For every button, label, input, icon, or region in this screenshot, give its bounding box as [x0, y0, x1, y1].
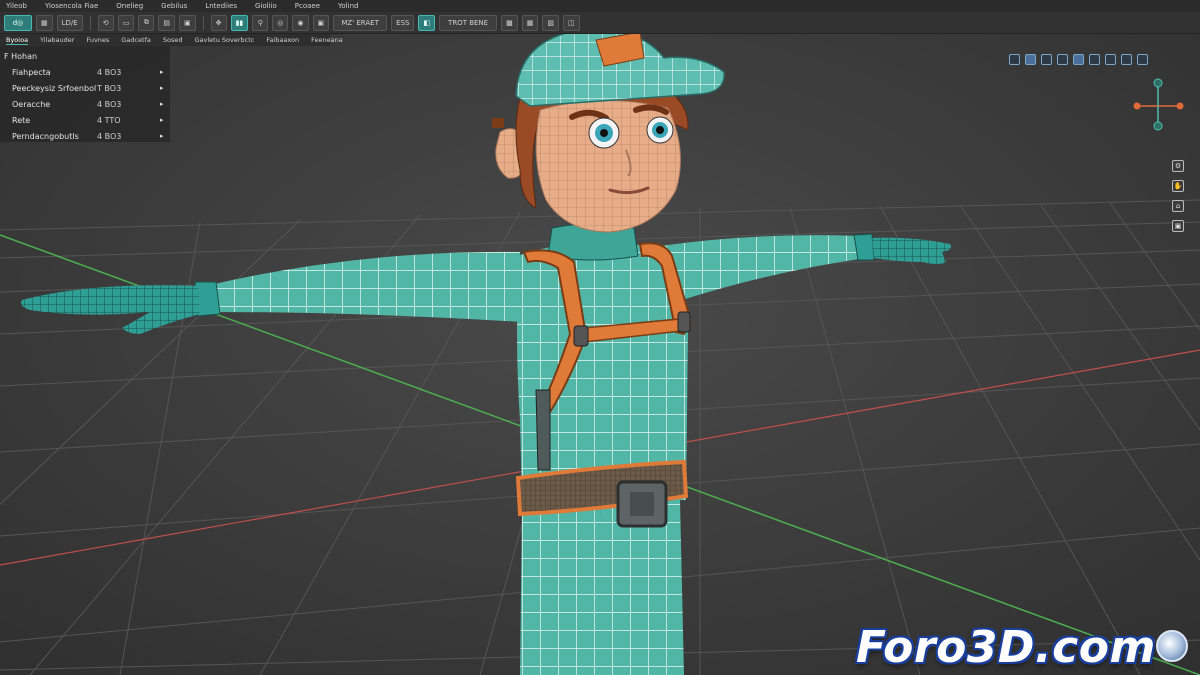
editor-tabs: Byoioa Yilabauder Fuvnes Gadcetfa Sosed … — [0, 34, 343, 46]
outliner-row[interactable]: Oeracche 4 BO3 ▸ — [0, 96, 170, 112]
outliner-row-name: Perndacngobutls — [12, 131, 79, 141]
outliner-row-name: Fiahpecta — [12, 67, 51, 77]
menu-item[interactable]: Gioliio — [255, 2, 277, 10]
shading-solid-icon[interactable] — [1025, 54, 1036, 65]
outliner-row[interactable]: F Hohan — [0, 48, 170, 64]
outliner-row[interactable]: Peeckeysiz Srfoenbol T BO3 ▸ — [0, 80, 170, 96]
menu-item[interactable]: Gebilus — [161, 2, 187, 10]
watermark-logo-text: Foro3D.com — [856, 622, 1156, 673]
tab-item[interactable]: Gadcetfa — [121, 36, 151, 44]
home-view-icon[interactable]: ⌂ — [1172, 200, 1184, 212]
view-cube-icon[interactable] — [1009, 54, 1020, 65]
watermark-globe-icon — [1156, 630, 1188, 662]
gizmo-x-handle — [1133, 102, 1141, 110]
toolbar-view-button[interactable]: ◧ — [418, 14, 436, 31]
outliner-row-name: Oeracche — [12, 99, 51, 109]
menu-item[interactable]: Yolind — [338, 2, 358, 10]
toolbar-mode-button[interactable]: d◎ — [4, 14, 32, 31]
toolbar-texture-button[interactable]: ▩ — [501, 14, 518, 31]
gizmo-y-handle — [1153, 121, 1163, 131]
menu-bar: Yileob Yiosencola Fiae Onelieg Gebilus L… — [0, 0, 1200, 12]
toolbar-frame-button[interactable]: ▭ — [117, 14, 135, 31]
menu-item[interactable]: Onelieg — [116, 2, 143, 10]
expand-arrow-icon[interactable]: ▸ — [160, 116, 164, 124]
expand-arrow-icon[interactable]: ▸ — [160, 100, 164, 108]
outliner-row[interactable]: Fiahpecta 4 BO3 ▸ — [0, 64, 170, 80]
shading-render-icon[interactable] — [1057, 54, 1068, 65]
outliner-row[interactable]: Perndacngobutls 4 BO3 ▸ — [0, 128, 170, 144]
toolbar-split-button[interactable]: ◫ — [562, 14, 580, 31]
expand-arrow-icon[interactable]: ▸ — [160, 68, 164, 76]
outliner-row-name: F Hohan — [4, 51, 38, 61]
camera-view-icon[interactable] — [1121, 54, 1132, 65]
outliner-row-value: 4 BO3 — [97, 131, 122, 141]
toolbar-rotate-button[interactable]: ⟲ — [97, 14, 114, 31]
gizmo-toggle-icon[interactable] — [1105, 54, 1116, 65]
outliner-row-value: 4 TTO — [97, 115, 121, 125]
toolbar-box-button[interactable]: ▣ — [178, 14, 196, 31]
toolbar-magnet-button[interactable]: ⚲ — [252, 14, 269, 31]
viewport-side-tools: ⚙ ✋ ⌂ ▣ — [1172, 160, 1184, 232]
outliner-row-name: Peeckeysiz Srfoenbol — [12, 83, 97, 93]
app-window: Yileob Yiosencola Fiae Onelieg Gebilus L… — [0, 0, 1200, 675]
outliner-row-value: T BO3 — [97, 83, 122, 93]
toolbar-target-button[interactable]: ◎ — [272, 14, 289, 31]
tab-item[interactable]: Faibaaxon — [266, 36, 299, 44]
expand-arrow-icon[interactable]: ▸ — [160, 84, 164, 92]
gizmo-x-neg-handle — [1176, 102, 1184, 110]
toolbar-erase-button[interactable]: MZ' ERAET — [333, 14, 388, 31]
toolbar-camera-button[interactable]: ▣ — [312, 14, 330, 31]
3d-viewport[interactable] — [0, 0, 1200, 675]
toolbar-uv-button[interactable]: ▦ — [521, 14, 539, 31]
outliner-row[interactable]: Rete 4 TTO ▸ — [0, 112, 170, 128]
toolbar-pause-button[interactable]: ▮▮ — [230, 14, 249, 31]
viewport-header-icons — [1009, 54, 1148, 65]
toolbar-layers-button[interactable]: ▤ — [158, 14, 175, 31]
menu-item[interactable]: Yiosencola Fiae — [45, 2, 98, 10]
tab-item[interactable]: Yilabauder — [40, 36, 74, 44]
shading-material-icon[interactable] — [1041, 54, 1052, 65]
menu-item[interactable]: Pcoaee — [295, 2, 320, 10]
toolbar-move-button[interactable]: ✥ — [210, 14, 227, 31]
toolbar-ess-button[interactable]: ESS — [391, 14, 415, 31]
toolbar-render-button[interactable]: ◉ — [292, 14, 309, 31]
toolbar-duplicate-button[interactable]: ⧉ — [138, 14, 155, 31]
outliner-row-value: 4 BO3 — [97, 99, 122, 109]
overlay-icon[interactable] — [1073, 54, 1084, 65]
expand-arrow-icon[interactable]: ▸ — [160, 132, 164, 140]
tab-item[interactable]: Fuvnes — [86, 36, 109, 44]
outliner-row-name: Rete — [12, 115, 31, 125]
lock-view-icon[interactable] — [1137, 54, 1148, 65]
outliner-row-value: 4 BO3 — [97, 67, 122, 77]
frame-selected-icon[interactable]: ▣ — [1172, 220, 1184, 232]
outliner-panel: F Hohan Fiahpecta 4 BO3 ▸ Peeckeysiz Srf… — [0, 46, 170, 142]
navigation-gizmo[interactable] — [1130, 76, 1186, 132]
main-toolbar: d◎ ▦ LD/E ⟲ ▭ ⧉ ▤ ▣ ✥ ▮▮ ⚲ ◎ ◉ ▣ MZ' ERA… — [0, 12, 1200, 34]
toolbar-bene-button[interactable]: TROT BENE — [439, 14, 498, 31]
toolbar-shade-button[interactable]: ▧ — [542, 14, 559, 31]
leg-left — [520, 505, 606, 675]
tab-item[interactable]: Sosed — [163, 36, 183, 44]
menu-item[interactable]: Yileob — [6, 2, 27, 10]
settings-icon[interactable]: ⚙ — [1172, 160, 1184, 172]
toolbar-grid-button[interactable]: ▦ — [36, 14, 53, 31]
toolbar-lde-button[interactable]: LD/E — [56, 14, 83, 31]
tab-item[interactable]: Gavletu Soverbctc — [194, 36, 254, 44]
tab-item[interactable]: Byoioa — [6, 36, 29, 45]
tab-item[interactable]: Feeneana — [311, 36, 343, 44]
xray-icon[interactable] — [1089, 54, 1100, 65]
gizmo-z-handle — [1153, 78, 1163, 88]
pan-hand-icon[interactable]: ✋ — [1172, 180, 1184, 192]
menu-item[interactable]: Lntediies — [205, 2, 237, 10]
